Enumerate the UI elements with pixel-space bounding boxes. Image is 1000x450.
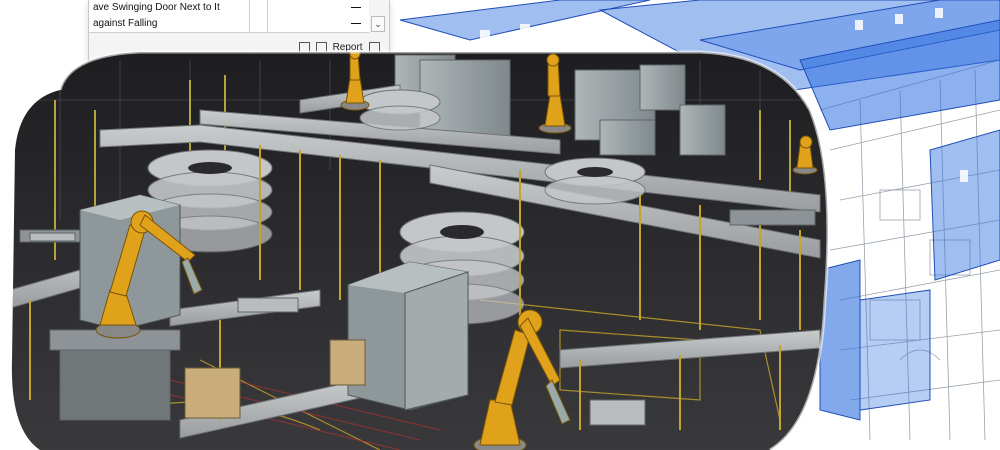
factory-automation-scene [11,50,830,450]
